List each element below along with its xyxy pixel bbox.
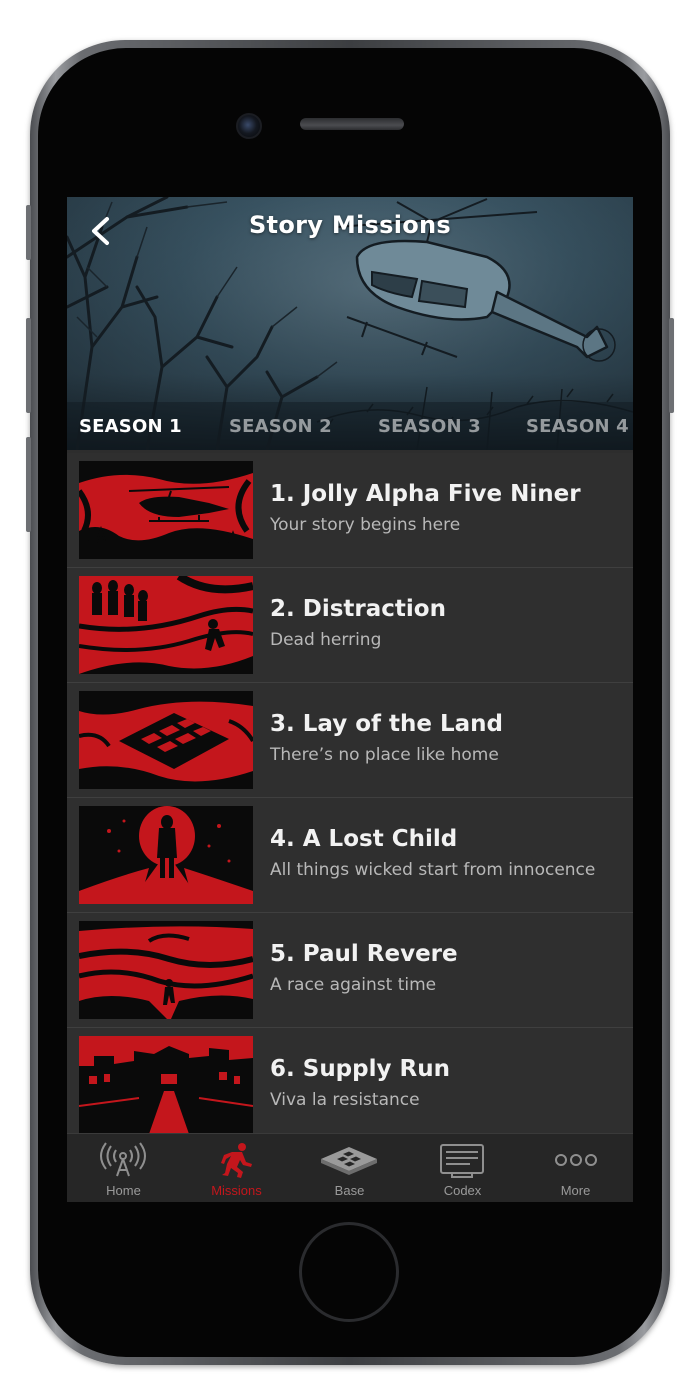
header-banner: Story Missions SEASON 1 SEASON 2 SEASON …	[67, 197, 633, 450]
radio-tower-icon	[100, 1142, 146, 1177]
tab-season-4[interactable]: SEASON 4	[526, 416, 629, 437]
bottom-tab-bar: Home Missions Base Codex More	[67, 1133, 633, 1202]
running-man-icon	[221, 1143, 252, 1178]
tabbar-label: Missions	[211, 1183, 262, 1198]
volume-up-button	[26, 318, 31, 413]
mission-row-6[interactable]: 6. Supply Run Viva la resistance	[67, 1028, 633, 1143]
tabbar-item-missions[interactable]: Missions	[180, 1134, 293, 1202]
tabbar-item-codex[interactable]: Codex	[406, 1134, 519, 1202]
mission-subtitle: There’s no place like home	[270, 745, 499, 765]
mission-title: 1. Jolly Alpha Five Niner	[270, 481, 581, 507]
mission-thumbnail-girl	[79, 806, 253, 904]
more-dots-icon	[555, 1154, 597, 1166]
tabbar-item-more[interactable]: More	[519, 1134, 632, 1202]
home-button[interactable]	[299, 1222, 399, 1322]
mission-row-1[interactable]: 1. Jolly Alpha Five Niner Your story beg…	[67, 453, 633, 568]
tabbar-label: More	[560, 1183, 591, 1198]
mission-row-5[interactable]: 5. Paul Revere A race against time	[67, 913, 633, 1028]
mission-title: 5. Paul Revere	[270, 941, 458, 967]
power-button	[669, 318, 674, 413]
mission-subtitle: Your story begins here	[270, 515, 461, 535]
page-title: Story Missions	[248, 211, 452, 239]
mission-row-2[interactable]: 2. Distraction Dead herring	[67, 568, 633, 683]
season-tabs: SEASON 1 SEASON 2 SEASON 3 SEASON 4	[67, 410, 633, 450]
base-tile-icon	[321, 1147, 377, 1175]
mission-subtitle: Dead herring	[270, 630, 382, 650]
mission-title: 6. Supply Run	[270, 1056, 450, 1082]
mission-title: 2. Distraction	[270, 596, 446, 622]
mute-switch	[26, 205, 31, 260]
tabbar-label: Codex	[443, 1183, 482, 1198]
mission-thumbnail-compound	[79, 691, 253, 789]
app-screen: Story Missions SEASON 1 SEASON 2 SEASON …	[67, 197, 633, 1202]
mission-thumbnail-helicopter	[79, 461, 253, 559]
tabbar-label: Home	[106, 1183, 141, 1198]
tabbar-item-home[interactable]: Home	[67, 1134, 180, 1202]
mission-subtitle: A race against time	[270, 975, 437, 995]
codex-screen-icon	[440, 1144, 484, 1178]
mission-title: 3. Lay of the Land	[270, 711, 504, 737]
mission-thumbnail-runners	[79, 576, 253, 674]
mission-row-4[interactable]: 4. A Lost Child All things wicked start …	[67, 798, 633, 913]
tabbar-label: Base	[334, 1183, 365, 1198]
mission-subtitle: All things wicked start from innocence	[270, 860, 596, 880]
mission-title: 4. A Lost Child	[270, 826, 458, 852]
volume-down-button	[26, 437, 31, 532]
mission-list: 1. Jolly Alpha Five Niner Your story beg…	[67, 453, 633, 1143]
tabbar-item-base[interactable]: Base	[293, 1134, 406, 1202]
front-camera	[236, 113, 262, 139]
mission-subtitle: Viva la resistance	[270, 1090, 420, 1110]
mission-thumbnail-town	[79, 1036, 253, 1134]
earpiece-speaker	[300, 118, 404, 130]
mission-row-3[interactable]: 3. Lay of the Land There’s no place like…	[67, 683, 633, 798]
mission-thumbnail-runner-hills	[79, 921, 253, 1019]
tab-season-3[interactable]: SEASON 3	[378, 416, 481, 437]
tab-season-2[interactable]: SEASON 2	[229, 416, 332, 437]
tab-season-1[interactable]: SEASON 1	[79, 416, 182, 437]
